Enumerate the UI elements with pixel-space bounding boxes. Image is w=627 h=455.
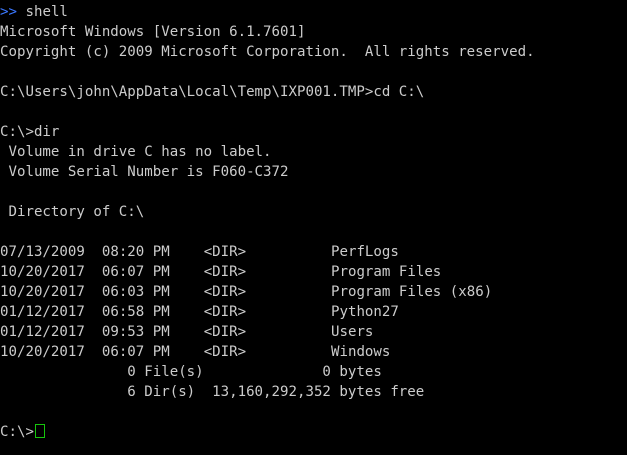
copyright-line: Copyright (c) 2009 Microsoft Corporation… [0, 44, 535, 60]
entry-name: Python27 [330, 304, 399, 320]
entry-name: PerfLogs [330, 244, 399, 260]
entry-time: 06:03 PM [101, 284, 170, 300]
entry-date: 07/13/2009 [0, 244, 85, 260]
entry-date: 10/20/2017 [0, 284, 85, 300]
version-line: Microsoft Windows [Version 6.1.7601] [0, 24, 306, 40]
list-item: 10/20/2017 06:03 PM <DIR> Program Files … [0, 282, 627, 302]
list-item: 01/12/2017 06:58 PM <DIR> Python27 [0, 302, 627, 322]
entry-type: <DIR> [203, 304, 247, 320]
entry-type: <DIR> [203, 324, 247, 340]
entry-name: Program Files (x86) [330, 284, 493, 300]
shell-title: shell [25, 4, 68, 20]
directory-listing: 07/13/2009 08:20 PM <DIR> PerfLogs 10/20/… [0, 242, 627, 362]
entry-type: <DIR> [203, 284, 247, 300]
files-summary-line: 0 File(s) 0 bytes [0, 364, 382, 380]
entry-type: <DIR> [203, 244, 247, 260]
entry-name: Windows [330, 344, 391, 360]
list-item: 10/20/2017 06:07 PM <DIR> Windows [0, 342, 627, 362]
prompt-text: C:\> [0, 424, 34, 440]
entry-name: Users [330, 324, 374, 340]
entry-name: Program Files [330, 264, 442, 280]
dirs-summary-line: 6 Dir(s) 13,160,292,352 bytes free [0, 384, 425, 400]
entry-time: 06:58 PM [101, 304, 170, 320]
chevron-icon: >> [0, 4, 17, 20]
list-item: 07/13/2009 08:20 PM <DIR> PerfLogs [0, 242, 627, 262]
entry-type: <DIR> [203, 344, 247, 360]
entry-time: 06:07 PM [101, 264, 170, 280]
entry-type: <DIR> [203, 264, 247, 280]
entry-time: 06:07 PM [101, 344, 170, 360]
entry-date: 10/20/2017 [0, 264, 85, 280]
dir-command-line: C:\>dir [0, 124, 60, 140]
entry-date: 01/12/2017 [0, 324, 85, 340]
entry-date: 01/12/2017 [0, 304, 85, 320]
cd-command-line: C:\Users\john\AppData\Local\Temp\IXP001.… [0, 84, 425, 100]
entry-time: 08:20 PM [101, 244, 170, 260]
terminal-output[interactable]: >> shell Microsoft Windows [Version 6.1.… [0, 2, 627, 453]
entry-date: 10/20/2017 [0, 344, 85, 360]
list-item: 01/12/2017 09:53 PM <DIR> Users [0, 322, 627, 342]
shell-header: >> shell [0, 2, 627, 22]
command-prompt[interactable]: C:\> [0, 422, 627, 442]
volume-serial-line: Volume Serial Number is F060-C372 [0, 164, 289, 180]
entry-time: 09:53 PM [101, 324, 170, 340]
list-item: 10/20/2017 06:07 PM <DIR> Program Files [0, 262, 627, 282]
directory-of-line: Directory of C:\ [0, 204, 145, 220]
volume-label-line: Volume in drive C has no label. [0, 144, 272, 160]
text-cursor [34, 424, 45, 438]
